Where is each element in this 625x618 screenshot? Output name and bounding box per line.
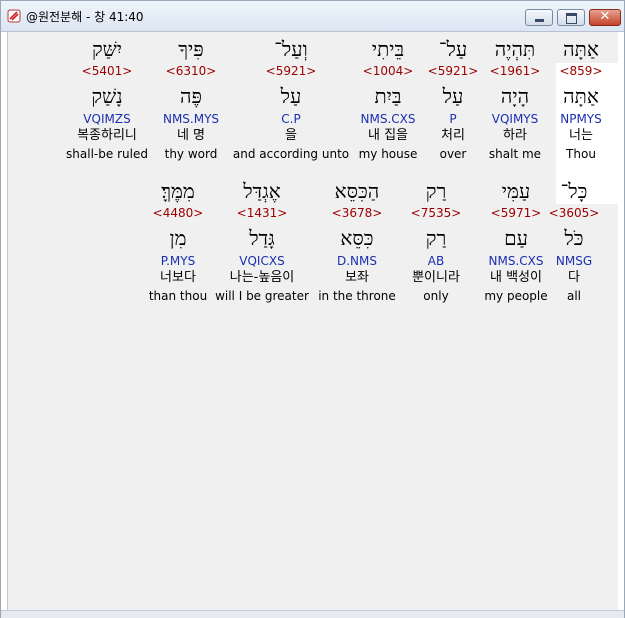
hebrew-lexeme: מִן [169, 226, 187, 250]
title-bar[interactable]: @원전분해 - 창 41:40 ✕ [1, 1, 624, 32]
english-gloss: shall-be ruled [66, 147, 148, 161]
bottom-border [1, 610, 624, 618]
korean-gloss: 복종하리니 [77, 128, 137, 143]
parse-code: VQIMZS [83, 112, 131, 126]
korean-gloss: 너보다 [160, 270, 196, 285]
minimize-button[interactable] [525, 9, 553, 26]
window-title: @원전분해 - 창 41:40 [26, 10, 144, 24]
hebrew-word: מִמֶּךָּ׃ [161, 179, 195, 203]
parse-code: P.MYS [160, 254, 196, 268]
hebrew-lexeme: נָשַׁק [91, 84, 123, 108]
hebrew-word: יִשַּׁק [91, 37, 123, 61]
strong-number: <4480> [152, 206, 204, 220]
maximize-button[interactable] [557, 9, 585, 26]
english-gloss: than thou [148, 289, 208, 303]
interlinear-panel[interactable]: אַתָּה <859> אַתָּה NPMYS 너는 Thou תִּהְיֶה <196… [7, 32, 618, 610]
close-icon: ✕ [599, 9, 611, 24]
window: @원전분해 - 창 41:40 ✕ אַתָּה <859> אַתָּה NPMYS… [0, 0, 625, 618]
app-icon [7, 9, 21, 23]
close-button[interactable]: ✕ [589, 9, 621, 26]
strong-number: <5401> [81, 64, 133, 78]
